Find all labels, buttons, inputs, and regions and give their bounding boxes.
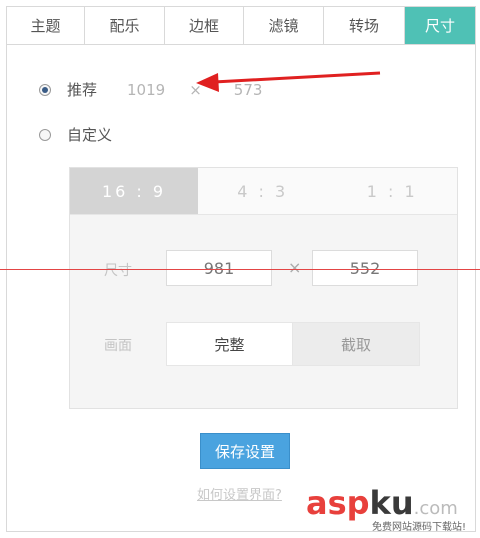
custom-option[interactable]: 自定义 <box>39 124 112 145</box>
ratio-1-1[interactable]: 1 : 1 <box>328 168 458 214</box>
recommend-option[interactable]: 推荐 1019 × 573 <box>39 79 262 100</box>
size-settings-panel: 主题 配乐 边框 滤镜 转场 尺寸 推荐 1019 × 573 自定义 16 :… <box>6 6 476 532</box>
recommend-label: 推荐 <box>67 81 98 99</box>
tab-theme[interactable]: 主题 <box>7 7 85 44</box>
frame-crop-button[interactable]: 截取 <box>292 322 420 366</box>
size-times: × <box>288 258 302 277</box>
frame-label: 画面 <box>104 338 132 354</box>
tab-filter[interactable]: 滤镜 <box>244 7 324 44</box>
custom-size-panel: 16 : 9 4 : 3 1 : 1 尺寸 981 × 552 画面 完整 截取 <box>69 167 458 409</box>
ratio-4-3[interactable]: 4 : 3 <box>198 168 328 214</box>
save-settings-button[interactable]: 保存设置 <box>200 433 290 469</box>
frame-full-button[interactable]: 完整 <box>166 322 293 366</box>
aspect-ratio-selector: 16 : 9 4 : 3 1 : 1 <box>70 168 457 215</box>
recommend-height: 573 <box>233 80 263 99</box>
size-label: 尺寸 <box>104 263 132 279</box>
tab-border[interactable]: 边框 <box>165 7 244 44</box>
recommend-width: 1019 <box>127 80 166 99</box>
height-input[interactable]: 552 <box>312 250 418 286</box>
custom-label: 自定义 <box>67 126 113 144</box>
recommend-radio[interactable] <box>39 83 51 96</box>
custom-radio[interactable] <box>39 128 51 141</box>
width-input[interactable]: 981 <box>166 250 272 286</box>
help-link[interactable]: 如何设置界面? <box>197 484 282 503</box>
tab-bar: 主题 配乐 边框 滤镜 转场 尺寸 <box>7 7 475 45</box>
tab-transition[interactable]: 转场 <box>324 7 405 44</box>
recommend-times: × <box>189 80 202 99</box>
ratio-16-9[interactable]: 16 : 9 <box>70 168 198 214</box>
tab-size[interactable]: 尺寸 <box>405 7 475 44</box>
tab-music[interactable]: 配乐 <box>85 7 165 44</box>
